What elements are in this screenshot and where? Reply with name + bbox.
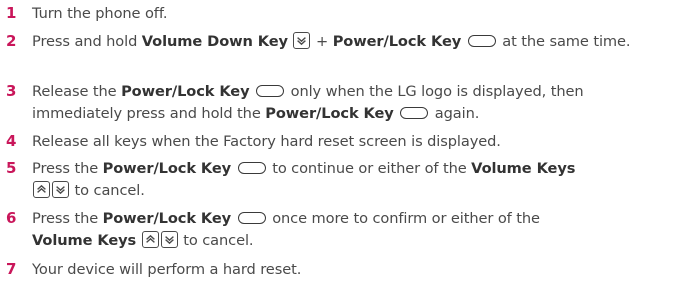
step-text-part: at the same time. — [497, 33, 631, 50]
step-text-part: to cancel. — [70, 181, 145, 199]
step-number: 4 — [6, 132, 17, 150]
step-text: Your device will perform a hard reset. — [32, 261, 302, 278]
power-lock-key-icon — [256, 85, 285, 97]
power-lock-key-icon — [237, 212, 266, 224]
volume-up-key-icon — [33, 180, 50, 198]
step-text: Press the Power/Lock Key to continue or … — [32, 158, 672, 201]
step-text-part: once more to confirm or either of the — [267, 210, 540, 227]
factory-reset-instructions: 1 Turn the phone off. 2 Press and hold V… — [0, 0, 692, 304]
key-name-bold: Volume Down Key — [141, 33, 288, 50]
step-number: 2 — [6, 32, 17, 50]
step-number: 7 — [6, 260, 17, 278]
step-text-part: again. — [430, 104, 480, 122]
step-text: Release the Power/Lock Key only when the… — [32, 81, 672, 124]
step-text-part: + — [311, 33, 333, 50]
step-number: 6 — [6, 209, 17, 227]
volume-down-key-icon — [160, 230, 178, 248]
step-text-part: Release the — [32, 83, 122, 100]
key-name-bold: Power/Lock Key — [121, 83, 250, 100]
step-text-part: Press the — [32, 160, 103, 177]
power-lock-key-icon — [467, 35, 496, 47]
step-text-part: Press and hold — [32, 33, 142, 50]
key-name-bold: Volume Keys — [32, 231, 137, 249]
key-name-bold: Power/Lock Key — [102, 160, 232, 177]
key-name-bold: Power/Lock Key — [332, 33, 462, 50]
step-number: 5 — [6, 159, 17, 177]
volume-down-key-icon — [293, 32, 311, 49]
power-lock-key-icon — [400, 106, 429, 119]
key-name-bold: Power/Lock Key — [265, 104, 394, 122]
step-text-part: to continue or either of the — [267, 160, 472, 177]
key-name-bold: Power/Lock Key — [102, 210, 232, 227]
step-text: Release all keys when the Factory hard r… — [32, 133, 501, 150]
power-lock-key-icon — [237, 162, 266, 174]
step-number: 3 — [6, 82, 17, 100]
step-text: Press the Power/Lock Key once more to co… — [32, 208, 672, 251]
volume-down-key-icon — [52, 180, 69, 198]
step-text-part: to cancel. — [178, 231, 254, 249]
key-name-bold: Volume Keys — [471, 160, 576, 177]
step-number: 1 — [6, 4, 17, 22]
step-text: Turn the phone off. — [32, 5, 168, 22]
step-text-part: Press the — [32, 210, 103, 227]
volume-up-key-icon — [141, 230, 159, 248]
step-text: Press and hold Volume Down Key + Power/L… — [32, 31, 672, 53]
